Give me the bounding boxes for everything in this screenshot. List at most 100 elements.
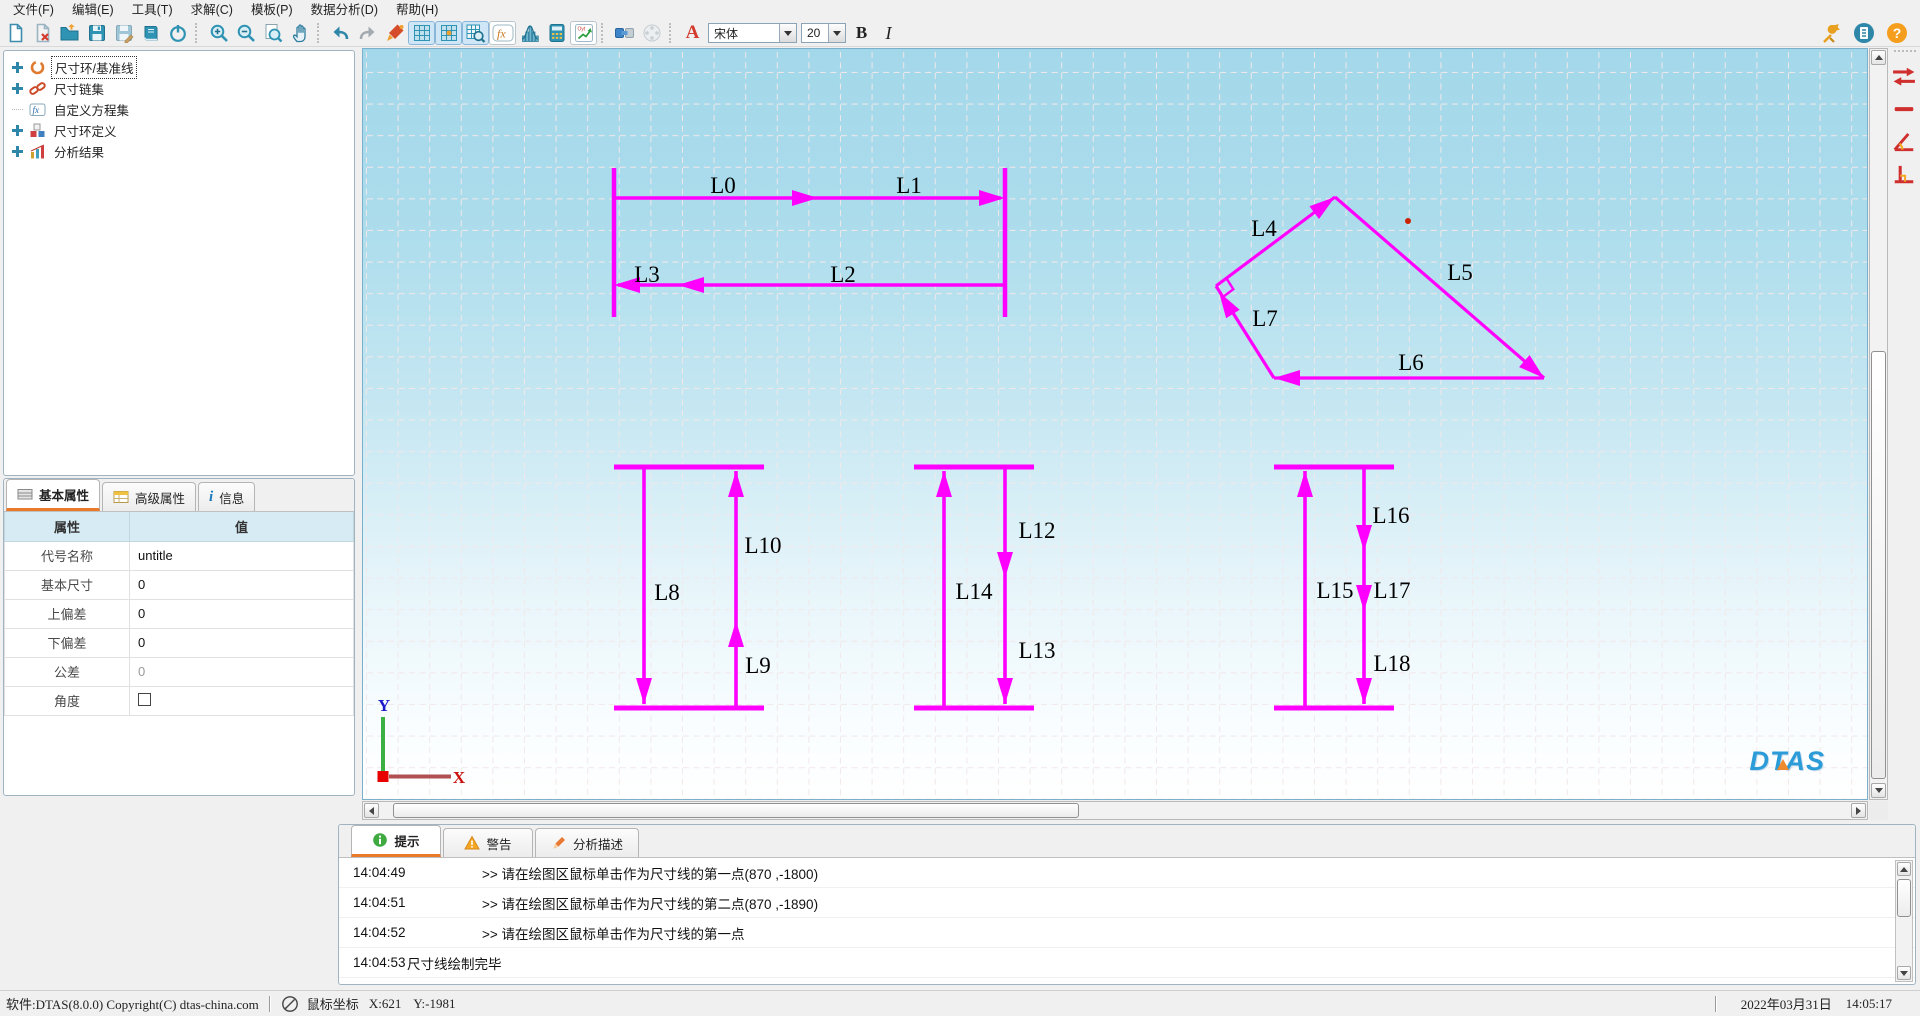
dimension-label[interactable]: L4: [1251, 216, 1277, 242]
close-file-button[interactable]: [29, 21, 56, 45]
expand-icon[interactable]: [12, 62, 23, 73]
expand-icon[interactable]: [12, 125, 23, 136]
bold-button[interactable]: B: [848, 21, 875, 45]
tree-item-label: 尺寸链集: [51, 78, 107, 99]
perpendicular-dimension-button[interactable]: [1890, 158, 1918, 188]
vertical-scroll-thumb[interactable]: [1871, 351, 1886, 779]
tab-label: 提示: [394, 831, 419, 850]
font-family-select[interactable]: 宋体: [708, 23, 797, 43]
feature-points-button[interactable]: [638, 21, 665, 45]
tools-button[interactable]: [1817, 21, 1844, 45]
horizontal-scroll-thumb[interactable]: [393, 803, 1079, 818]
dimension-label[interactable]: L10: [744, 533, 781, 559]
grid-button[interactable]: [408, 21, 435, 45]
status-date: 2022年03月31日: [1741, 994, 1832, 1013]
grid-snap-button[interactable]: [435, 21, 462, 45]
menu-file[interactable]: 文件(F): [4, 0, 63, 20]
dimension-label[interactable]: L16: [1372, 503, 1409, 529]
dimension-label[interactable]: L12: [1018, 518, 1055, 544]
drawing-canvas[interactable]: L0 L1 L2 L3 L4 L5 L6 L7 L8 L9 L10 L12 L1…: [362, 48, 1868, 800]
menu-bar: 文件(F) 编辑(E) 工具(T) 求解(C) 模板(P) 数据分析(D) 帮助…: [0, 0, 1920, 20]
dimension-label[interactable]: L6: [1398, 350, 1424, 376]
save-as-button[interactable]: [110, 21, 137, 45]
tree-item-dimension-loop-definition[interactable]: 尺寸环定义: [4, 120, 354, 141]
new-file-button[interactable]: [2, 21, 29, 45]
canvas-horizontal-scrollbar[interactable]: [362, 801, 1868, 820]
dimension-label[interactable]: L3: [634, 262, 660, 288]
property-value-upper-deviation[interactable]: 0: [130, 599, 354, 628]
menu-edit[interactable]: 编辑(E): [63, 0, 123, 20]
scroll-up-button[interactable]: [1897, 862, 1911, 876]
dimension-label[interactable]: L1: [896, 173, 922, 199]
property-value-lower-deviation[interactable]: 0: [130, 628, 354, 657]
tree-item-dimension-chain-set[interactable]: 尺寸链集: [4, 78, 354, 99]
zoom-in-button[interactable]: [205, 21, 232, 45]
scroll-down-button[interactable]: [1871, 783, 1886, 798]
document-library-button[interactable]: [137, 21, 164, 45]
dimension-label[interactable]: L0: [710, 173, 736, 199]
tab-advanced-properties[interactable]: 高级属性: [102, 482, 196, 511]
horizontal-dimension-button[interactable]: [1890, 94, 1918, 124]
expand-icon[interactable]: [12, 146, 23, 157]
tab-hints[interactable]: 提示: [351, 825, 441, 857]
scroll-up-button[interactable]: [1871, 50, 1886, 65]
power-button[interactable]: [164, 21, 191, 45]
zoom-page-button[interactable]: [259, 21, 286, 45]
dimension-label[interactable]: L7: [1252, 306, 1278, 332]
swap-direction-button[interactable]: [1890, 62, 1918, 92]
font-size-select[interactable]: 20: [801, 23, 846, 43]
dimension-label[interactable]: L17: [1373, 578, 1410, 604]
table-search-button[interactable]: [462, 21, 489, 45]
angle-dimension-button[interactable]: [1890, 126, 1918, 156]
menu-tools[interactable]: 工具(T): [123, 0, 182, 20]
tab-analysis-description[interactable]: 分析描述: [535, 828, 639, 857]
dimension-label[interactable]: L8: [654, 580, 680, 606]
canvas-vertical-scrollbar[interactable]: [1869, 48, 1888, 800]
italic-button[interactable]: I: [875, 21, 902, 45]
menu-data-analysis[interactable]: 数据分析(D): [302, 0, 387, 20]
tab-basic-properties[interactable]: 基本属性: [6, 479, 100, 511]
help-button[interactable]: ?: [1883, 21, 1910, 45]
menu-template[interactable]: 模板(P): [242, 0, 302, 20]
property-value-basic-size[interactable]: 0: [130, 570, 354, 599]
dimension-label[interactable]: L2: [830, 262, 856, 288]
dimension-label[interactable]: L5: [1447, 260, 1473, 286]
distribution-button[interactable]: [516, 21, 543, 45]
menu-help[interactable]: 帮助(H): [387, 0, 447, 20]
tree-item-analysis-results[interactable]: 分析结果: [4, 141, 354, 162]
expand-icon[interactable]: [12, 83, 23, 94]
assembly-button[interactable]: [611, 21, 638, 45]
angle-checkbox[interactable]: [138, 693, 151, 706]
log-scroll-thumb[interactable]: [1897, 879, 1911, 917]
dimension-label[interactable]: L9: [745, 653, 771, 679]
function-fx-button[interactable]: fx: [489, 21, 516, 45]
calculator-button[interactable]: [543, 21, 570, 45]
save-button[interactable]: [83, 21, 110, 45]
log-vertical-scrollbar[interactable]: [1895, 860, 1913, 982]
tree-item-custom-equation-set[interactable]: fx 自定义方程集: [4, 99, 354, 120]
dimension-label[interactable]: L18: [1373, 651, 1410, 677]
font-family-dropdown-button[interactable]: [779, 24, 796, 42]
pan-button[interactable]: [286, 21, 313, 45]
report-chart-button[interactable]: Oyt: [570, 21, 597, 45]
menu-solve[interactable]: 求解(C): [182, 0, 242, 20]
dimension-label[interactable]: L14: [955, 579, 992, 605]
tree-item-dimension-loop-baseline[interactable]: 尺寸环/基准线: [4, 57, 354, 78]
scroll-right-button[interactable]: [1851, 803, 1866, 818]
tab-warnings[interactable]: 警告: [443, 828, 533, 857]
open-file-button[interactable]: [56, 21, 83, 45]
font-size-dropdown-button[interactable]: [828, 24, 845, 42]
redo-button[interactable]: [354, 21, 381, 45]
software-version-text: 软件:DTAS(8.0.0) Copyright(C) dtas-china.c…: [0, 994, 259, 1013]
tab-info[interactable]: i 信息: [198, 482, 255, 511]
scroll-down-button[interactable]: [1897, 966, 1911, 980]
dimension-label[interactable]: L15: [1316, 578, 1353, 604]
scroll-left-button[interactable]: [364, 803, 379, 818]
session-log-button[interactable]: [1850, 21, 1877, 45]
property-value-code-name[interactable]: untitle: [130, 541, 354, 570]
format-brush-button[interactable]: [381, 21, 408, 45]
zoom-out-button[interactable]: [232, 21, 259, 45]
undo-button[interactable]: [327, 21, 354, 45]
dimension-label[interactable]: L13: [1018, 638, 1055, 664]
font-color-button[interactable]: A: [679, 21, 706, 45]
